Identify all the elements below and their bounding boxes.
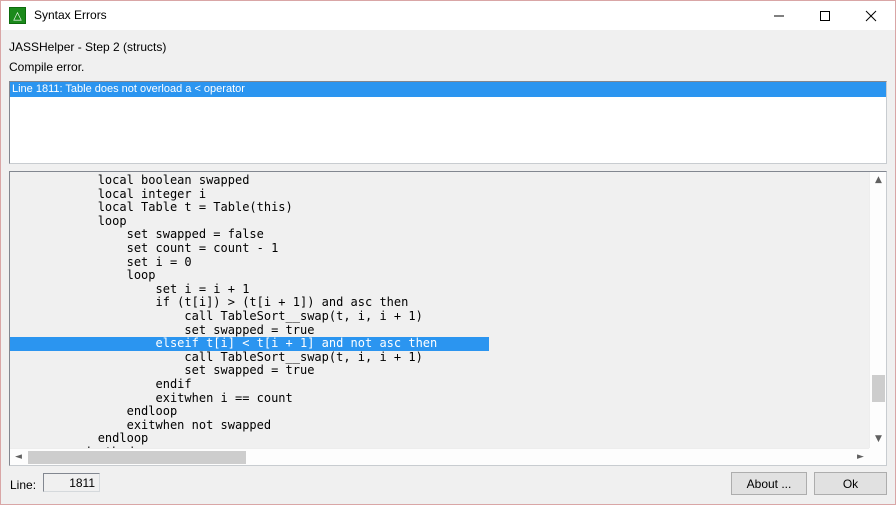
code-line[interactable]: set swapped = true [10, 323, 869, 338]
maximize-icon [820, 10, 830, 21]
code-line[interactable]: local Table t = Table(this) [10, 201, 869, 215]
code-line[interactable]: local boolean swapped [10, 173, 869, 188]
code-horizontal-scrollbar[interactable]: ◄ ► [10, 448, 869, 465]
code-line[interactable]: set swapped = false [10, 228, 869, 242]
compile-status-label: Compile error. [9, 60, 85, 74]
code-line[interactable]: set i = 0 [10, 255, 869, 270]
error-list-item[interactable]: Line 1811: Table does not overload a < o… [10, 82, 886, 97]
code-line[interactable]: endloop [10, 404, 869, 419]
code-line[interactable]: elseif t[i] < t[i + 1] and not asc then [10, 337, 489, 351]
about-button[interactable]: About ... [731, 472, 807, 495]
title-bar: △ Syntax Errors [1, 1, 895, 31]
window-title: Syntax Errors [34, 8, 107, 22]
line-label: Line: [10, 478, 37, 492]
code-line-container: local boolean swapped local integer i lo… [10, 173, 869, 448]
vertical-scroll-thumb[interactable] [872, 375, 885, 402]
code-line[interactable]: loop [10, 269, 869, 283]
code-line[interactable]: if (t[i]) > (t[i + 1]) and asc then [10, 296, 869, 310]
line-number-input[interactable] [43, 473, 100, 492]
syntax-errors-dialog: △ Syntax Errors JASSHelper - Step 2 (str… [0, 0, 896, 505]
jasshelper-app-icon: △ [9, 7, 26, 24]
minimize-button[interactable] [756, 1, 802, 30]
error-list[interactable]: Line 1811: Table does not overload a < o… [9, 81, 887, 164]
close-button[interactable] [848, 1, 894, 30]
compiler-step-label: JASSHelper - Step 2 (structs) [9, 40, 167, 54]
code-line[interactable]: set swapped = true [10, 364, 869, 378]
code-line[interactable]: loop [10, 214, 869, 229]
code-preview-panel: local boolean swapped local integer i lo… [9, 171, 887, 466]
chevron-up-icon[interactable]: ▲ [870, 172, 886, 189]
scrollbar-corner [869, 448, 886, 465]
app-icon-glyph: △ [13, 9, 22, 22]
code-text-area[interactable]: local boolean swapped local integer i lo… [10, 172, 869, 448]
chevron-down-icon[interactable]: ▼ [870, 431, 886, 448]
code-line[interactable]: call TableSort__swap(t, i, i + 1) [10, 309, 869, 324]
code-line[interactable]: endloop [10, 432, 869, 446]
code-vertical-scrollbar[interactable]: ▲ ▼ [869, 172, 886, 448]
maximize-button[interactable] [802, 1, 848, 30]
minimize-icon [774, 15, 784, 16]
code-line[interactable]: exitwhen not swapped [10, 418, 869, 433]
code-line[interactable]: set count = count - 1 [10, 241, 869, 256]
ok-button[interactable]: Ok [814, 472, 887, 495]
close-icon [865, 10, 877, 21]
chevron-left-icon[interactable]: ◄ [10, 449, 27, 465]
code-line[interactable]: exitwhen i == count [10, 391, 869, 406]
code-line[interactable]: local integer i [10, 187, 869, 202]
code-line[interactable]: call TableSort__swap(t, i, i + 1) [10, 350, 869, 365]
chevron-right-icon[interactable]: ► [852, 449, 869, 465]
horizontal-scroll-thumb[interactable] [28, 451, 246, 464]
code-line[interactable]: set i = i + 1 [10, 282, 869, 297]
code-line[interactable]: endif [10, 377, 869, 392]
